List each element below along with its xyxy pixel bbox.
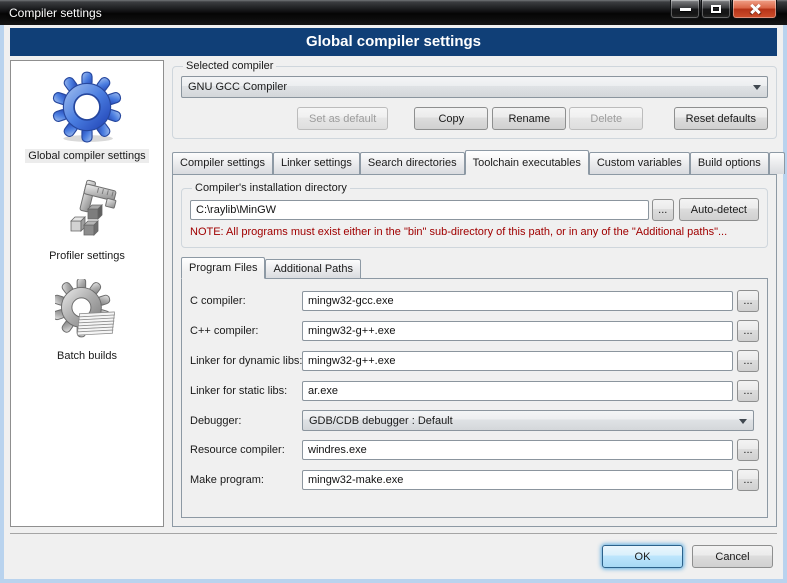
install-directory-input[interactable] [190, 200, 649, 220]
program-files-tab-strip: Program Files Additional Paths [181, 256, 768, 278]
chevron-down-icon [739, 419, 747, 428]
chevron-down-icon [753, 85, 761, 94]
minimize-icon [680, 8, 691, 11]
toolchain-field-row: C++ compiler: ... [190, 320, 759, 342]
toolchain-field-row: Resource compiler: ... [190, 439, 759, 461]
title-bar[interactable]: Compiler settings [0, 0, 787, 25]
field-label: Make program: [190, 474, 302, 486]
window-title: Compiler settings [0, 6, 102, 20]
field-input[interactable] [302, 381, 733, 401]
settings-category-sidebar: Global compiler settings [10, 60, 164, 527]
field-browse-button[interactable]: ... [737, 439, 759, 461]
ok-button[interactable]: OK [602, 545, 683, 568]
program-files-panel: C compiler: ... C++ compiler: ... Linker… [181, 278, 768, 518]
field-combo[interactable]: GDB/CDB debugger : Default [302, 410, 754, 431]
tab-clipped[interactable] [769, 152, 785, 174]
field-input[interactable] [302, 321, 733, 341]
install-directory-browse-button[interactable]: ... [652, 199, 674, 221]
set-as-default-button[interactable]: Set as default [297, 107, 388, 130]
sidebar-item-global-compiler-settings[interactable]: Global compiler settings [25, 71, 148, 163]
dialog-client-area: Global compiler settings [4, 25, 783, 579]
tab-linker-settings[interactable]: Linker settings [273, 152, 360, 174]
field-label: C++ compiler: [190, 325, 302, 337]
sidebar-item-profiler-settings[interactable]: Profiler settings [46, 179, 128, 263]
caption-buttons [669, 0, 777, 19]
tab-additional-paths[interactable]: Additional Paths [265, 259, 361, 278]
auto-detect-button[interactable]: Auto-detect [679, 198, 759, 221]
maximize-button[interactable] [701, 0, 731, 19]
blue-gear-icon [51, 71, 123, 143]
tab-build-options[interactable]: Build options [690, 152, 769, 174]
field-combo-value: GDB/CDB debugger : Default [309, 415, 453, 427]
rename-button[interactable]: Rename [492, 107, 566, 130]
tab-toolchain-executables[interactable]: Toolchain executables [465, 150, 589, 175]
dialog-footer: OK Cancel [10, 533, 777, 579]
settings-tab-strip: Compiler settings Linker settings Search… [172, 149, 777, 174]
install-directory-group-label: Compiler's installation directory [192, 182, 350, 194]
reset-defaults-button[interactable]: Reset defaults [674, 107, 768, 130]
sidebar-item-label: Profiler settings [46, 249, 128, 263]
tab-compiler-settings[interactable]: Compiler settings [172, 152, 273, 174]
toolchain-executables-panel: Compiler's installation directory ... Au… [172, 174, 777, 527]
compiler-select-value: GNU GCC Compiler [188, 81, 287, 93]
field-browse-button[interactable]: ... [737, 290, 759, 312]
compiler-settings-dialog: Compiler settings Global compiler settin… [0, 0, 787, 583]
delete-button[interactable]: Delete [569, 107, 643, 130]
close-button[interactable] [732, 0, 777, 19]
field-browse-button[interactable]: ... [737, 350, 759, 372]
copy-button[interactable]: Copy [414, 107, 488, 130]
close-icon [749, 4, 761, 14]
tab-program-files[interactable]: Program Files [181, 257, 265, 279]
field-input[interactable] [302, 440, 733, 460]
install-directory-group: Compiler's installation directory ... Au… [181, 182, 768, 248]
compiler-buttons-row: Set as default Copy Rename Delete Reset … [181, 107, 768, 130]
main-panel: Selected compiler GNU GCC Compiler Set a… [172, 60, 777, 527]
selected-compiler-group: Selected compiler GNU GCC Compiler Set a… [172, 60, 777, 139]
tab-search-directories[interactable]: Search directories [360, 152, 465, 174]
toolchain-field-row: Make program: ... [190, 469, 759, 491]
sidebar-item-label: Global compiler settings [25, 149, 148, 163]
field-label: C compiler: [190, 295, 302, 307]
gray-gear-stack-icon [55, 279, 119, 343]
install-directory-note: NOTE: All programs must exist either in … [190, 226, 759, 238]
toolchain-field-row: Linker for dynamic libs: ... [190, 350, 759, 372]
field-input[interactable] [302, 470, 733, 490]
toolchain-field-row: Debugger: GDB/CDB debugger : Default [190, 410, 759, 431]
field-label: Debugger: [190, 415, 302, 427]
maximize-icon [711, 5, 721, 13]
minimize-button[interactable] [670, 0, 700, 19]
field-browse-button[interactable]: ... [737, 380, 759, 402]
field-browse-button[interactable]: ... [737, 469, 759, 491]
page-title: Global compiler settings [10, 28, 777, 56]
field-input[interactable] [302, 351, 733, 371]
caliper-icon [55, 179, 119, 243]
cancel-button[interactable]: Cancel [692, 545, 773, 568]
selected-compiler-group-label: Selected compiler [183, 60, 276, 72]
field-label: Resource compiler: [190, 444, 302, 456]
compiler-select[interactable]: GNU GCC Compiler [181, 76, 768, 98]
sidebar-item-label: Batch builds [54, 349, 120, 363]
field-label: Linker for static libs: [190, 385, 302, 397]
sidebar-item-batch-builds[interactable]: Batch builds [54, 279, 120, 363]
toolchain-field-row: Linker for static libs: ... [190, 380, 759, 402]
tab-custom-variables[interactable]: Custom variables [589, 152, 690, 174]
field-browse-button[interactable]: ... [737, 320, 759, 342]
field-input[interactable] [302, 291, 733, 311]
toolchain-field-row: C compiler: ... [190, 290, 759, 312]
field-label: Linker for dynamic libs: [190, 355, 302, 367]
